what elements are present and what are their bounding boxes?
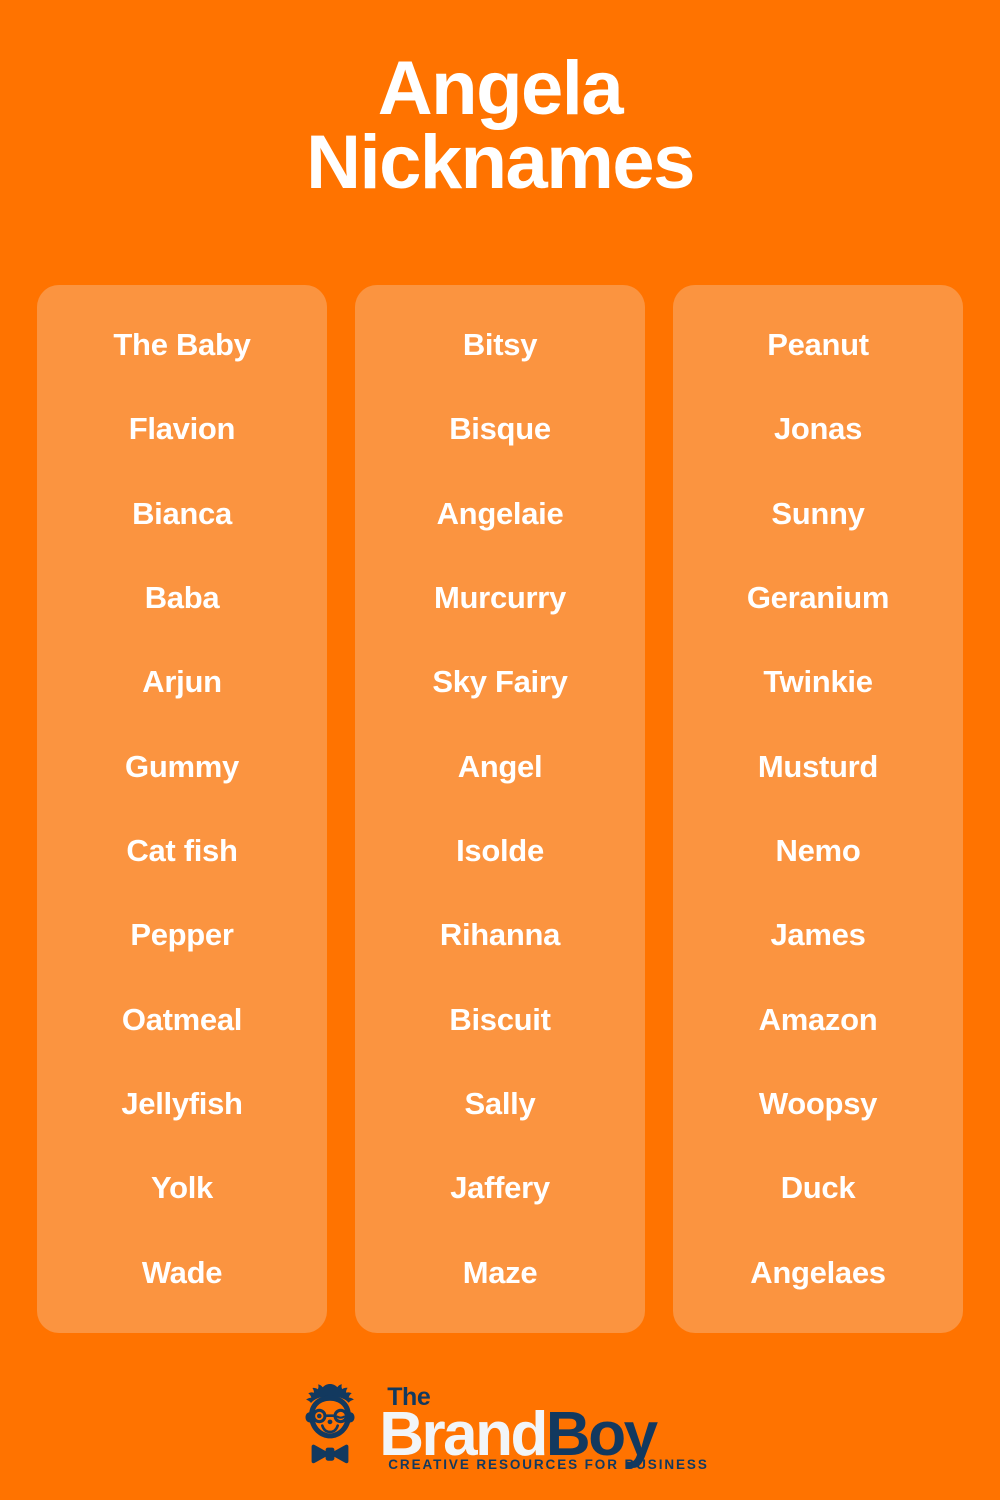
list-item: Musturd	[757, 748, 879, 784]
nickname-column-2: Bitsy Bisque Angelaie Murcurry Sky Fairy…	[355, 285, 645, 1333]
list-item: Sally	[464, 1086, 536, 1122]
list-item: Cat fish	[126, 833, 238, 869]
list-item: Nemo	[775, 833, 861, 869]
list-item: Isolde	[456, 833, 544, 869]
list-item: Yolk	[151, 1170, 213, 1206]
list-item: Amazon	[758, 1001, 878, 1037]
page-title: Angela Nicknames	[0, 0, 1000, 201]
nickname-column-1: The Baby Flavion Bianca Baba Arjun Gummy…	[37, 285, 327, 1333]
nickname-columns: The Baby Flavion Bianca Baba Arjun Gummy…	[37, 285, 963, 1333]
list-item: Pepper	[130, 917, 234, 953]
list-item: Flavion	[128, 411, 236, 447]
list-item: Murcurry	[434, 580, 566, 616]
list-item: Oatmeal	[121, 1001, 243, 1037]
list-item: Jellyfish	[121, 1086, 243, 1122]
list-item: Wade	[141, 1254, 223, 1290]
list-item: The Baby	[113, 327, 251, 363]
list-item: Jaffery	[450, 1170, 550, 1206]
logo-tagline: CREATIVE RESOURCES FOR BUSINESS	[388, 1456, 709, 1472]
list-item: Peanut	[767, 327, 869, 363]
title-line-1: Angela	[377, 46, 624, 131]
list-item: Geranium	[746, 580, 890, 616]
list-item: Bianca	[132, 495, 232, 531]
list-item: Angelaes	[750, 1254, 886, 1290]
brandboy-logo: The BrandBoy CREATIVE RESOURCES FOR BUSI…	[0, 1372, 1000, 1484]
list-item: James	[770, 917, 866, 953]
list-item: Sunny	[771, 495, 865, 531]
list-item: Arjun	[142, 664, 222, 700]
title-line-2: Nicknames	[306, 120, 695, 206]
brandboy-wordmark: The BrandBoy CREATIVE RESOURCES FOR BUSI…	[379, 1384, 709, 1472]
list-item: Angel	[457, 748, 543, 784]
list-item: Woopsy	[758, 1086, 878, 1122]
list-item: Sky Fairy	[432, 664, 568, 700]
list-item: Biscuit	[449, 1001, 551, 1037]
brandboy-mascot-icon	[305, 1384, 355, 1464]
nicknames-infographic: Angela Nicknames The Baby Flavion Bianca…	[0, 0, 1000, 1500]
list-item: Bitsy	[462, 327, 538, 363]
list-item: Rihanna	[439, 917, 561, 953]
nickname-column-3: Peanut Jonas Sunny Geranium Twinkie Must…	[673, 285, 963, 1333]
list-item: Maze	[462, 1254, 538, 1290]
list-item: Twinkie	[763, 664, 873, 700]
list-item: Baba	[144, 580, 220, 616]
list-item: Angelaie	[436, 495, 564, 531]
title-heading: Angela Nicknames	[0, 46, 1000, 206]
list-item: Gummy	[125, 748, 239, 784]
list-item: Jonas	[773, 411, 863, 447]
list-item: Duck	[780, 1170, 856, 1206]
list-item: Bisque	[449, 411, 551, 447]
